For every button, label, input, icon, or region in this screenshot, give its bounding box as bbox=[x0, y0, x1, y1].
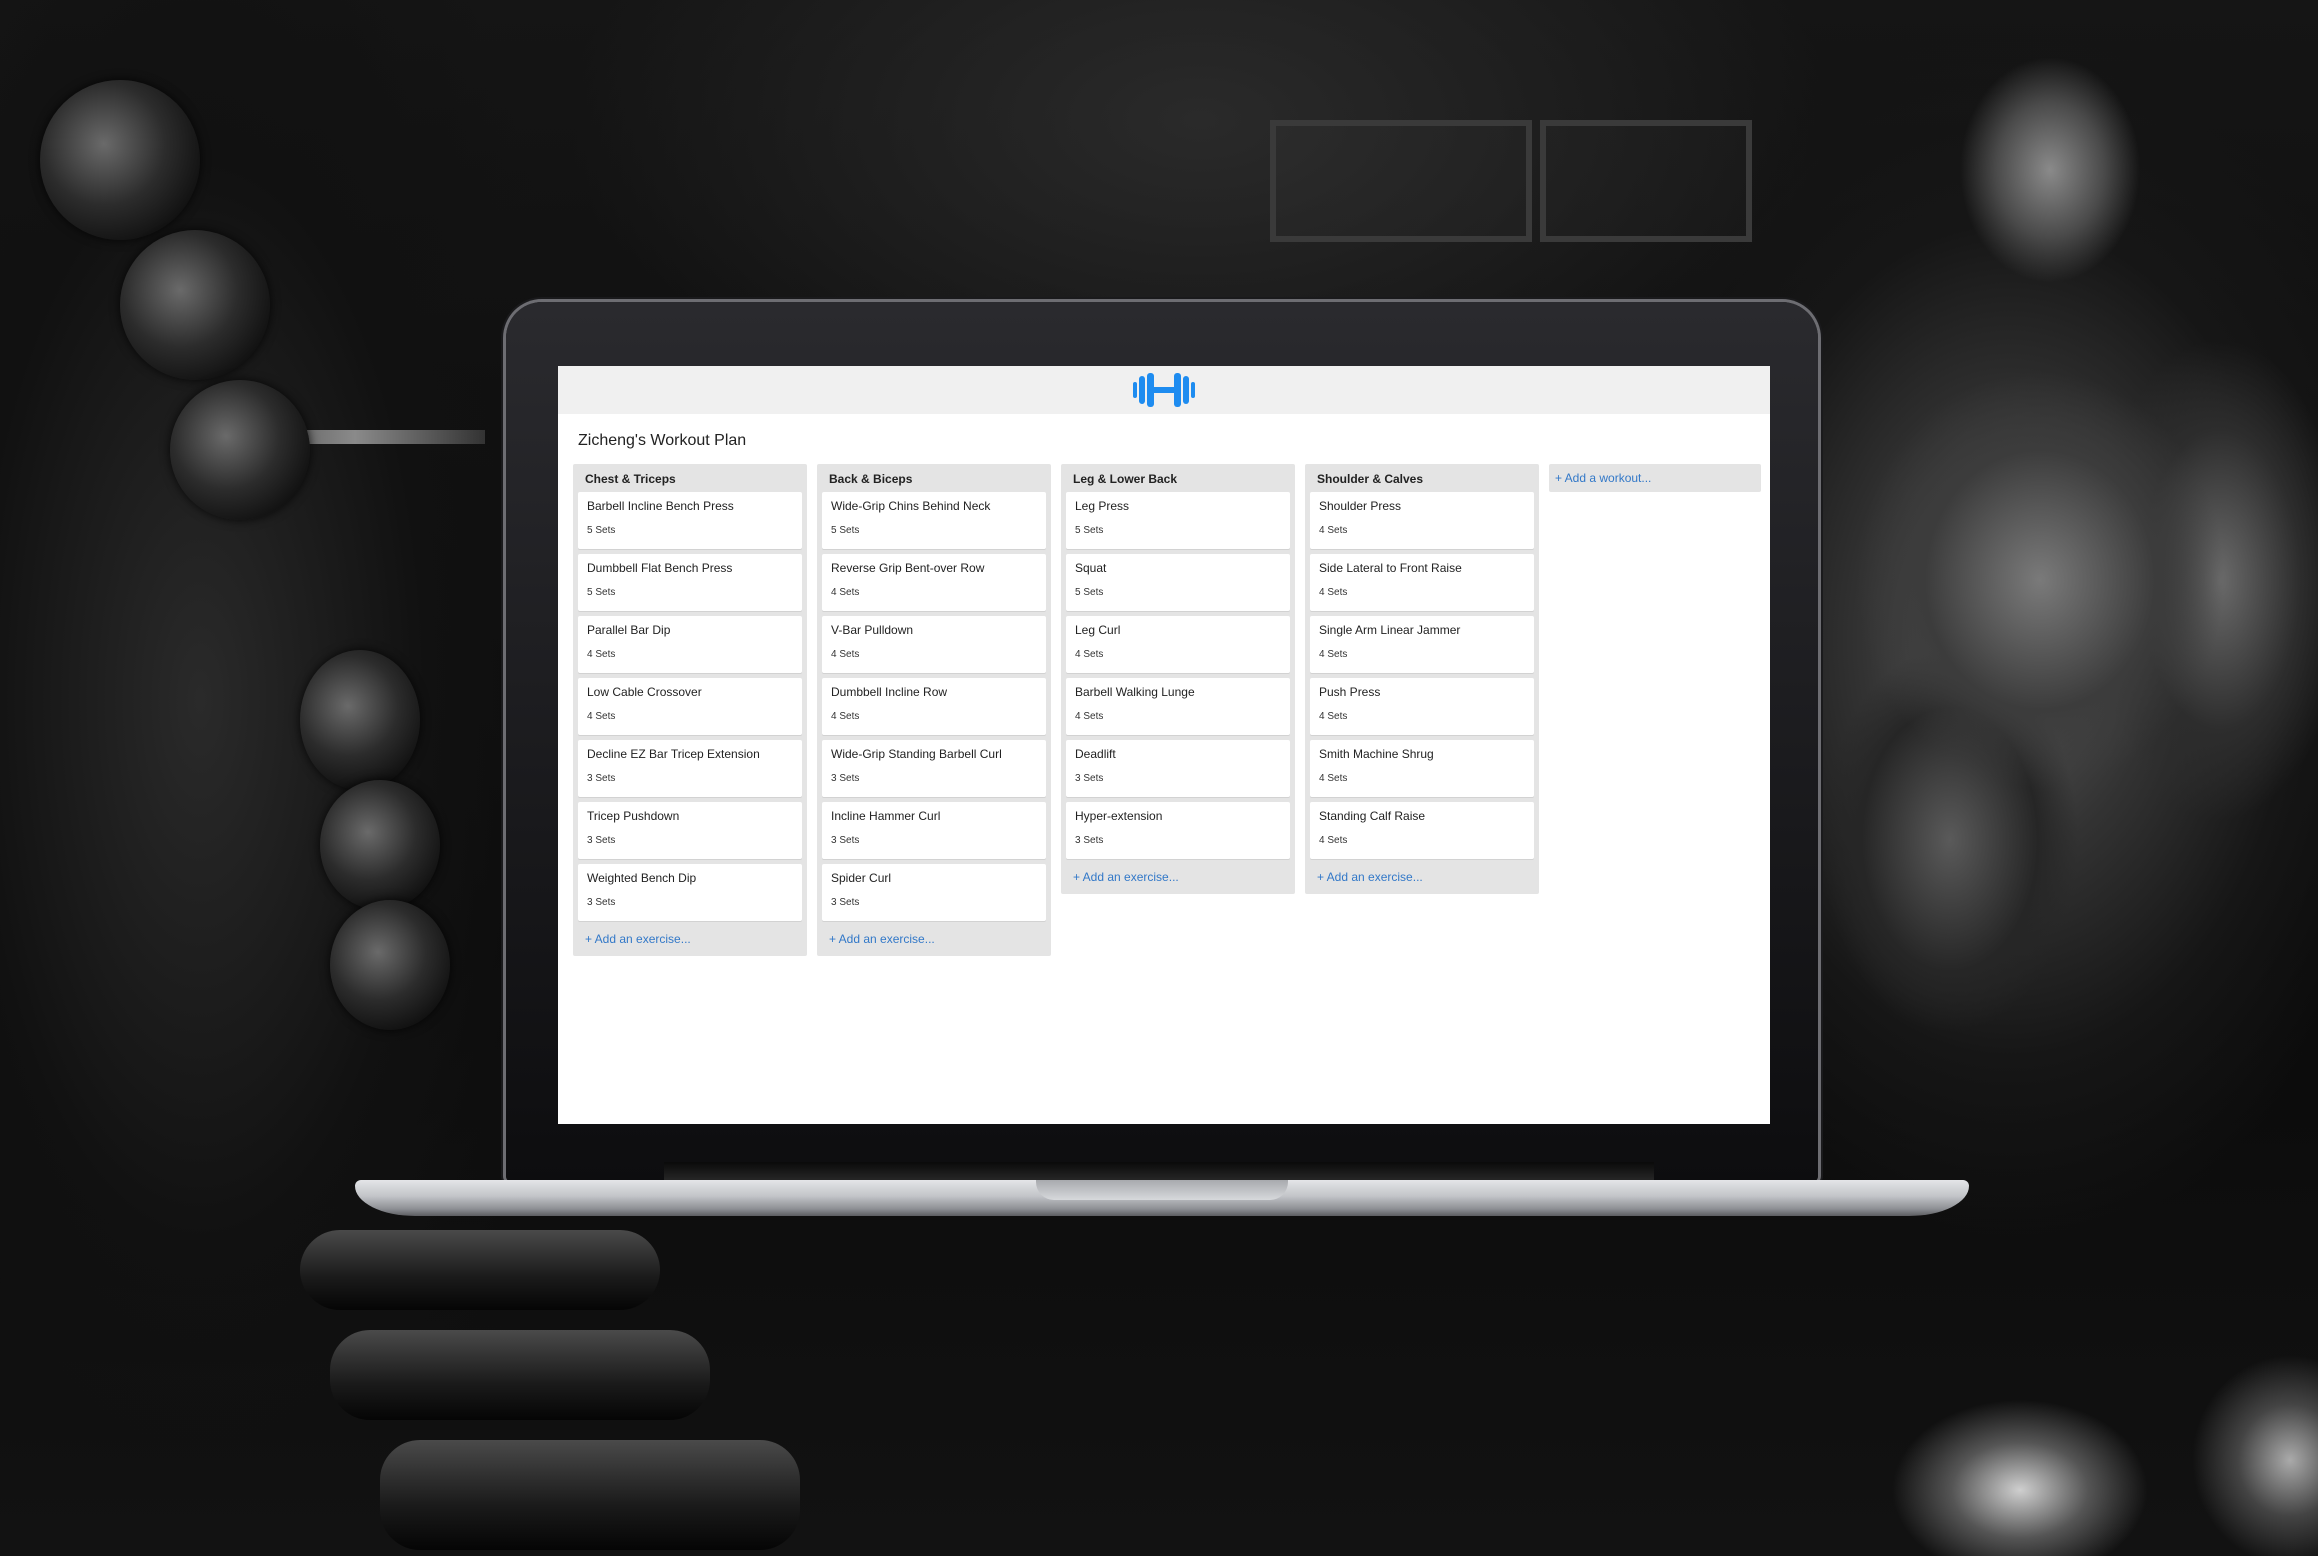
exercise-name: Shoulder Press bbox=[1319, 499, 1402, 513]
exercise-name: Dumbbell Incline Row bbox=[831, 685, 948, 699]
exercise-card[interactable]: Push Press 4 Sets bbox=[1310, 678, 1534, 735]
exercise-card[interactable]: Smith Machine Shrug 4 Sets bbox=[1310, 740, 1534, 797]
exercise-name: Low Cable Crossover bbox=[587, 685, 702, 699]
exercise-card[interactable]: Leg Curl 4 Sets bbox=[1066, 616, 1290, 673]
exercise-card[interactable]: Single Arm Linear Jammer 4 Sets bbox=[1310, 616, 1534, 673]
workout-board: Chest & Triceps Barbell Incline Bench Pr… bbox=[573, 464, 1770, 956]
exercise-card[interactable]: Leg Press 5 Sets bbox=[1066, 492, 1290, 549]
app-header bbox=[558, 366, 1770, 414]
exercise-sets: 3 Sets bbox=[831, 773, 860, 784]
exercise-sets: 3 Sets bbox=[587, 773, 616, 784]
workout-list-back-biceps: Back & Biceps Wide-Grip Chins Behind Nec… bbox=[817, 464, 1051, 956]
list-title[interactable]: Chest & Triceps bbox=[578, 464, 802, 492]
exercise-name: Parallel Bar Dip bbox=[587, 623, 671, 637]
add-exercise-link[interactable]: + Add an exercise... bbox=[822, 926, 1046, 948]
exercise-card[interactable]: Weighted Bench Dip 3 Sets bbox=[578, 864, 802, 921]
exercise-name: Spider Curl bbox=[831, 871, 892, 885]
exercise-name: Push Press bbox=[1319, 685, 1381, 699]
exercise-card[interactable]: Side Lateral to Front Raise 4 Sets bbox=[1310, 554, 1534, 611]
exercise-card[interactable]: V-Bar Pulldown 4 Sets bbox=[822, 616, 1046, 673]
exercise-name: Dumbbell Flat Bench Press bbox=[587, 561, 733, 575]
exercise-card[interactable]: Standing Calf Raise 4 Sets bbox=[1310, 802, 1534, 859]
exercise-sets: 4 Sets bbox=[831, 649, 860, 660]
exercise-sets: 3 Sets bbox=[831, 897, 860, 908]
exercise-card[interactable]: Barbell Walking Lunge 4 Sets bbox=[1066, 678, 1290, 735]
workout-list-shoulder-calves: Shoulder & Calves Shoulder Press 4 Sets S… bbox=[1305, 464, 1539, 894]
exercise-card[interactable]: Hyper-extension 3 Sets bbox=[1066, 802, 1290, 859]
exercise-name: Squat bbox=[1075, 561, 1107, 575]
add-exercise-link[interactable]: + Add an exercise... bbox=[1066, 864, 1290, 886]
exercise-name: Single Arm Linear Jammer bbox=[1319, 623, 1461, 637]
exercise-sets: 5 Sets bbox=[1075, 587, 1104, 598]
exercise-name: Deadlift bbox=[1075, 747, 1116, 761]
add-workout-button[interactable]: + Add a workout... bbox=[1549, 464, 1761, 492]
exercise-sets: 4 Sets bbox=[587, 711, 616, 722]
exercise-sets: 4 Sets bbox=[1075, 711, 1104, 722]
exercise-card[interactable]: Spider Curl 3 Sets bbox=[822, 864, 1046, 921]
laptop-notch bbox=[1036, 1180, 1288, 1200]
exercise-card[interactable]: Incline Hammer Curl 3 Sets bbox=[822, 802, 1046, 859]
exercise-name: Wide-Grip Chins Behind Neck bbox=[831, 499, 991, 513]
exercise-card[interactable]: Wide-Grip Chins Behind Neck 5 Sets bbox=[822, 492, 1046, 549]
list-title[interactable]: Shoulder & Calves bbox=[1310, 464, 1534, 492]
exercise-sets: 4 Sets bbox=[1319, 711, 1348, 722]
exercise-card[interactable]: Barbell Incline Bench Press 5 Sets bbox=[578, 492, 802, 549]
exercise-card[interactable]: Dumbbell Flat Bench Press 5 Sets bbox=[578, 554, 802, 611]
exercise-name: Reverse Grip Bent-over Row bbox=[831, 561, 985, 575]
exercise-name: Barbell Walking Lunge bbox=[1075, 685, 1195, 699]
exercise-name: Leg Curl bbox=[1075, 623, 1121, 637]
exercise-sets: 3 Sets bbox=[831, 835, 860, 846]
exercise-card[interactable]: Low Cable Crossover 4 Sets bbox=[578, 678, 802, 735]
workout-list-leg-lower-back: Leg & Lower Back Leg Press 5 Sets Squat 5 … bbox=[1061, 464, 1295, 894]
exercise-name: Side Lateral to Front Raise bbox=[1319, 561, 1462, 575]
exercise-card[interactable]: Parallel Bar Dip 4 Sets bbox=[578, 616, 802, 673]
exercise-name: V-Bar Pulldown bbox=[831, 623, 914, 637]
exercise-sets: 5 Sets bbox=[587, 525, 616, 536]
exercise-sets: 4 Sets bbox=[1319, 525, 1348, 536]
exercise-sets: 4 Sets bbox=[587, 649, 616, 660]
athlete-photo bbox=[1790, 20, 2318, 1556]
list-title[interactable]: Leg & Lower Back bbox=[1066, 464, 1290, 492]
exercise-name: Standing Calf Raise bbox=[1319, 809, 1426, 823]
page-title: Zicheng's Workout Plan bbox=[578, 432, 747, 449]
dumbbell-icon[interactable] bbox=[1132, 370, 1196, 410]
exercise-sets: 4 Sets bbox=[1319, 587, 1348, 598]
exercise-name: Barbell Incline Bench Press bbox=[587, 499, 734, 513]
exercise-name: Wide-Grip Standing Barbell Curl bbox=[831, 747, 1002, 761]
exercise-name: Weighted Bench Dip bbox=[587, 871, 697, 885]
add-exercise-link[interactable]: + Add an exercise... bbox=[1310, 864, 1534, 886]
exercise-card[interactable]: Squat 5 Sets bbox=[1066, 554, 1290, 611]
exercise-sets: 3 Sets bbox=[587, 897, 616, 908]
exercise-card[interactable]: Shoulder Press 4 Sets bbox=[1310, 492, 1534, 549]
exercise-card[interactable]: Dumbbell Incline Row 4 Sets bbox=[822, 678, 1046, 735]
exercise-sets: 3 Sets bbox=[1075, 835, 1104, 846]
exercise-name: Smith Machine Shrug bbox=[1319, 747, 1434, 761]
exercise-name: Leg Press bbox=[1075, 499, 1130, 513]
exercise-sets: 4 Sets bbox=[831, 587, 860, 598]
list-title[interactable]: Back & Biceps bbox=[822, 464, 1046, 492]
exercise-sets: 4 Sets bbox=[1319, 773, 1348, 784]
exercise-sets: 5 Sets bbox=[831, 525, 860, 536]
app-screen: Zicheng's Workout Plan Chest & Triceps B… bbox=[558, 366, 1770, 1124]
workout-list-chest-triceps: Chest & Triceps Barbell Incline Bench Pr… bbox=[573, 464, 807, 956]
exercise-sets: 4 Sets bbox=[831, 711, 860, 722]
exercise-card[interactable]: Wide-Grip Standing Barbell Curl 3 Sets bbox=[822, 740, 1046, 797]
exercise-name: Incline Hammer Curl bbox=[831, 809, 941, 823]
exercise-sets: 5 Sets bbox=[1075, 525, 1104, 536]
exercise-sets: 5 Sets bbox=[587, 587, 616, 598]
exercise-sets: 4 Sets bbox=[1075, 649, 1104, 660]
exercise-sets: 3 Sets bbox=[1075, 773, 1104, 784]
add-exercise-link[interactable]: + Add an exercise... bbox=[578, 926, 802, 948]
exercise-card[interactable]: Tricep Pushdown 3 Sets bbox=[578, 802, 802, 859]
exercise-card[interactable]: Deadlift 3 Sets bbox=[1066, 740, 1290, 797]
exercise-sets: 3 Sets bbox=[587, 835, 616, 846]
exercise-card[interactable]: Decline EZ Bar Tricep Extension 3 Sets bbox=[578, 740, 802, 797]
exercise-name: Decline EZ Bar Tricep Extension bbox=[587, 747, 760, 761]
exercise-sets: 4 Sets bbox=[1319, 835, 1348, 846]
exercise-sets: 4 Sets bbox=[1319, 649, 1348, 660]
exercise-name: Hyper-extension bbox=[1075, 809, 1163, 823]
exercise-card[interactable]: Reverse Grip Bent-over Row 4 Sets bbox=[822, 554, 1046, 611]
exercise-name: Tricep Pushdown bbox=[587, 809, 680, 823]
